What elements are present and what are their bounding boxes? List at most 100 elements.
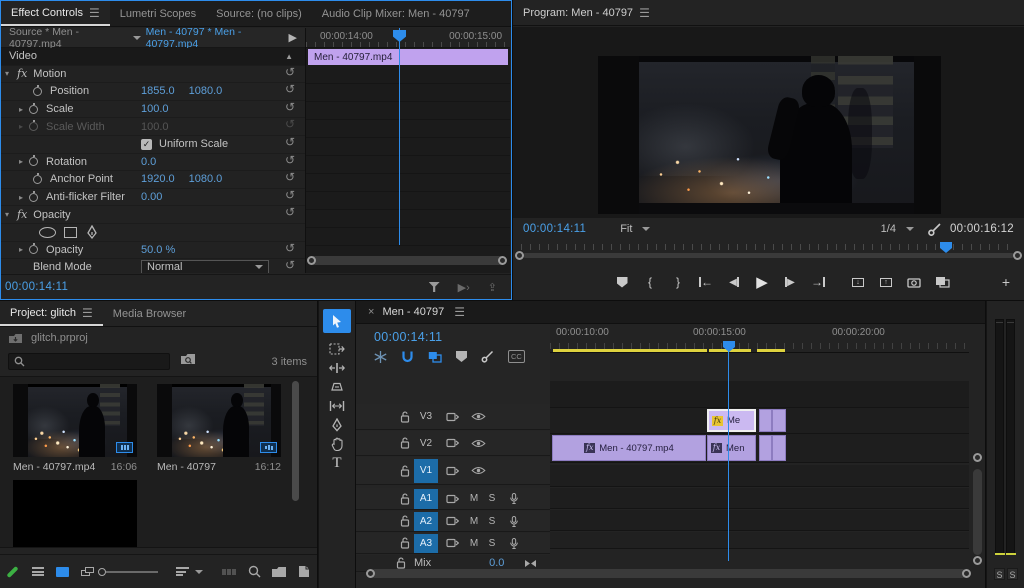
twirl-icon[interactable]: ▾ bbox=[5, 69, 9, 78]
sort-icon[interactable] bbox=[170, 566, 195, 578]
reset-icon[interactable]: ↺ bbox=[285, 243, 295, 253]
clip-fragment[interactable] bbox=[772, 435, 786, 461]
motion-effect-row[interactable]: ▾ fx Motion ↺ bbox=[1, 66, 305, 84]
automate-sequence-icon[interactable] bbox=[217, 567, 242, 577]
mark-out-button[interactable]: } bbox=[664, 275, 692, 289]
scrubber-end[interactable] bbox=[1013, 251, 1022, 260]
opacity-effect-row[interactable]: ▾ fx Opacity ↺ bbox=[1, 206, 305, 224]
scrollbar-end[interactable] bbox=[962, 569, 971, 578]
track-name[interactable]: V2 bbox=[414, 431, 438, 455]
tab-source-monitor[interactable]: Source: (no clips) bbox=[206, 1, 312, 26]
scrollbar-end[interactable] bbox=[498, 256, 507, 265]
program-timecode[interactable]: 00:00:14:11 bbox=[513, 223, 586, 235]
solo-button[interactable]: S bbox=[1007, 568, 1018, 580]
anchor-x-value[interactable]: 1920.0 bbox=[141, 173, 175, 185]
resolution-dropdown[interactable]: 1/4 bbox=[875, 222, 920, 236]
project-item-label[interactable]: Men - 40797.mp4 16:06 bbox=[13, 461, 137, 473]
panel-menu-icon[interactable]: ☰ bbox=[454, 305, 465, 319]
opacity-value[interactable]: 50.0 % bbox=[141, 244, 175, 256]
stopwatch-icon[interactable] bbox=[29, 245, 38, 254]
solo-button[interactable]: S bbox=[994, 568, 1005, 580]
button-editor-button[interactable]: + bbox=[992, 274, 1020, 290]
reset-icon[interactable]: ↺ bbox=[285, 172, 295, 182]
step-back-button[interactable]: ◀ bbox=[720, 277, 748, 288]
rotation-row[interactable]: ▸ Rotation 0.0 ↺ bbox=[1, 154, 305, 172]
track-name[interactable]: A3 bbox=[414, 534, 438, 553]
scale-row[interactable]: ▸ Scale 100.0 ↺ bbox=[1, 101, 305, 119]
snap-magnet-icon[interactable] bbox=[401, 351, 414, 363]
stopwatch-icon[interactable] bbox=[29, 105, 38, 114]
stopwatch-icon[interactable] bbox=[33, 175, 42, 184]
track-header-v3[interactable]: V3 bbox=[356, 404, 550, 430]
search-bins-icon[interactable] bbox=[180, 353, 196, 366]
mic-icon[interactable] bbox=[509, 492, 519, 505]
twirl-icon[interactable]: ▸ bbox=[19, 193, 23, 202]
project-breadcrumb[interactable]: glitch.prproj bbox=[8, 332, 88, 344]
zoom-slider[interactable] bbox=[95, 568, 162, 576]
antiflicker-row[interactable]: ▸ Anti-flicker Filter 0.00 ↺ bbox=[1, 189, 305, 207]
linked-selection-icon[interactable] bbox=[428, 351, 442, 363]
track-name[interactable]: A2 bbox=[414, 512, 438, 531]
lock-icon[interactable] bbox=[400, 465, 410, 477]
export-icon[interactable]: ⇪ bbox=[488, 281, 497, 294]
stopwatch-icon[interactable] bbox=[29, 193, 38, 202]
writable-pencil-icon[interactable] bbox=[0, 570, 25, 574]
eye-icon[interactable] bbox=[471, 466, 486, 475]
blend-mode-dropdown[interactable]: Normal bbox=[141, 260, 269, 273]
project-scrollbar[interactable] bbox=[292, 381, 299, 501]
reset-icon[interactable]: ↺ bbox=[285, 67, 295, 77]
panel-menu-icon[interactable]: ☰ bbox=[639, 6, 650, 20]
ellipse-mask-icon[interactable] bbox=[39, 227, 56, 238]
tab-lumetri-scopes[interactable]: Lumetri Scopes bbox=[110, 1, 206, 26]
lane-a1[interactable] bbox=[550, 465, 969, 487]
clip-v1-small[interactable]: fx Men bbox=[707, 435, 756, 461]
extract-button[interactable]: ↑ bbox=[872, 278, 900, 287]
freeform-view-icon[interactable] bbox=[81, 567, 94, 577]
find-icon[interactable] bbox=[242, 565, 267, 578]
reset-icon[interactable]: ↺ bbox=[285, 137, 295, 147]
scrollbar-end[interactable] bbox=[973, 453, 982, 462]
scrollbar-end[interactable] bbox=[366, 569, 375, 578]
reset-icon[interactable]: ↺ bbox=[285, 190, 295, 200]
uniform-scale-checkbox[interactable]: ✓ bbox=[141, 139, 152, 150]
twirl-icon[interactable]: ▸ bbox=[19, 245, 23, 254]
lane-v1[interactable]: fx Men - 40797.mp4 fx Men bbox=[550, 434, 969, 463]
track-name[interactable]: V1 bbox=[414, 459, 438, 483]
reset-icon[interactable]: ↺ bbox=[285, 207, 295, 217]
position-row[interactable]: Position 1855.0 1080.0 ↺ bbox=[1, 83, 305, 101]
type-tool[interactable]: T bbox=[323, 451, 351, 475]
sync-lock-icon[interactable] bbox=[446, 516, 459, 526]
lock-icon[interactable] bbox=[400, 493, 410, 505]
lane-v2[interactable]: fx Me bbox=[550, 408, 969, 434]
tab-audio-clip-mixer[interactable]: Audio Clip Mixer: Men - 40797 bbox=[312, 1, 480, 26]
video-section-row[interactable]: Video ▲ bbox=[1, 48, 305, 66]
scrollbar-end[interactable] bbox=[973, 556, 982, 565]
clip-fragment[interactable] bbox=[759, 409, 772, 432]
add-marker-button[interactable] bbox=[608, 277, 636, 288]
nest-toggle-icon[interactable] bbox=[374, 351, 387, 363]
tab-effect-controls[interactable]: Effect Controls ☰ bbox=[1, 1, 110, 26]
timeline-timecode[interactable]: 00:00:14:11 bbox=[374, 330, 442, 344]
lock-icon[interactable] bbox=[400, 515, 410, 527]
sync-lock-icon[interactable] bbox=[446, 438, 459, 448]
opacity-row[interactable]: ▸ Opacity 50.0 % ↺ bbox=[1, 242, 305, 260]
scrollbar-end[interactable] bbox=[307, 256, 316, 265]
captions-icon[interactable]: CC bbox=[508, 350, 525, 363]
twirl-icon[interactable]: ▸ bbox=[19, 157, 23, 166]
track-name[interactable]: V3 bbox=[414, 404, 438, 429]
mute-button[interactable]: M bbox=[465, 493, 483, 504]
close-icon[interactable]: × bbox=[356, 306, 382, 318]
chevron-down-icon[interactable] bbox=[133, 36, 141, 40]
fit-dropdown[interactable]: Fit bbox=[614, 222, 656, 236]
lift-button[interactable]: ↓ bbox=[844, 278, 872, 287]
timeline-horizontal-scrollbar[interactable] bbox=[370, 569, 967, 578]
sync-lock-icon[interactable] bbox=[446, 538, 459, 548]
collapse-icon[interactable]: ▲ bbox=[285, 52, 293, 61]
new-bin-icon[interactable] bbox=[267, 566, 292, 578]
timeline-ruler[interactable]: 00:00:10:00 00:00:15:00 00:00:20:00 bbox=[550, 324, 969, 353]
clip-v2-selected[interactable]: fx Me bbox=[707, 409, 756, 432]
tab-program[interactable]: Program: Men - 40797 ☰ bbox=[513, 0, 660, 25]
solo-button[interactable]: S bbox=[483, 516, 501, 527]
clip-v1-main[interactable]: fx Men - 40797.mp4 bbox=[552, 435, 706, 461]
ec-timeline-ruler[interactable]: 00:00:14:00 00:00:15:00 bbox=[306, 28, 510, 48]
